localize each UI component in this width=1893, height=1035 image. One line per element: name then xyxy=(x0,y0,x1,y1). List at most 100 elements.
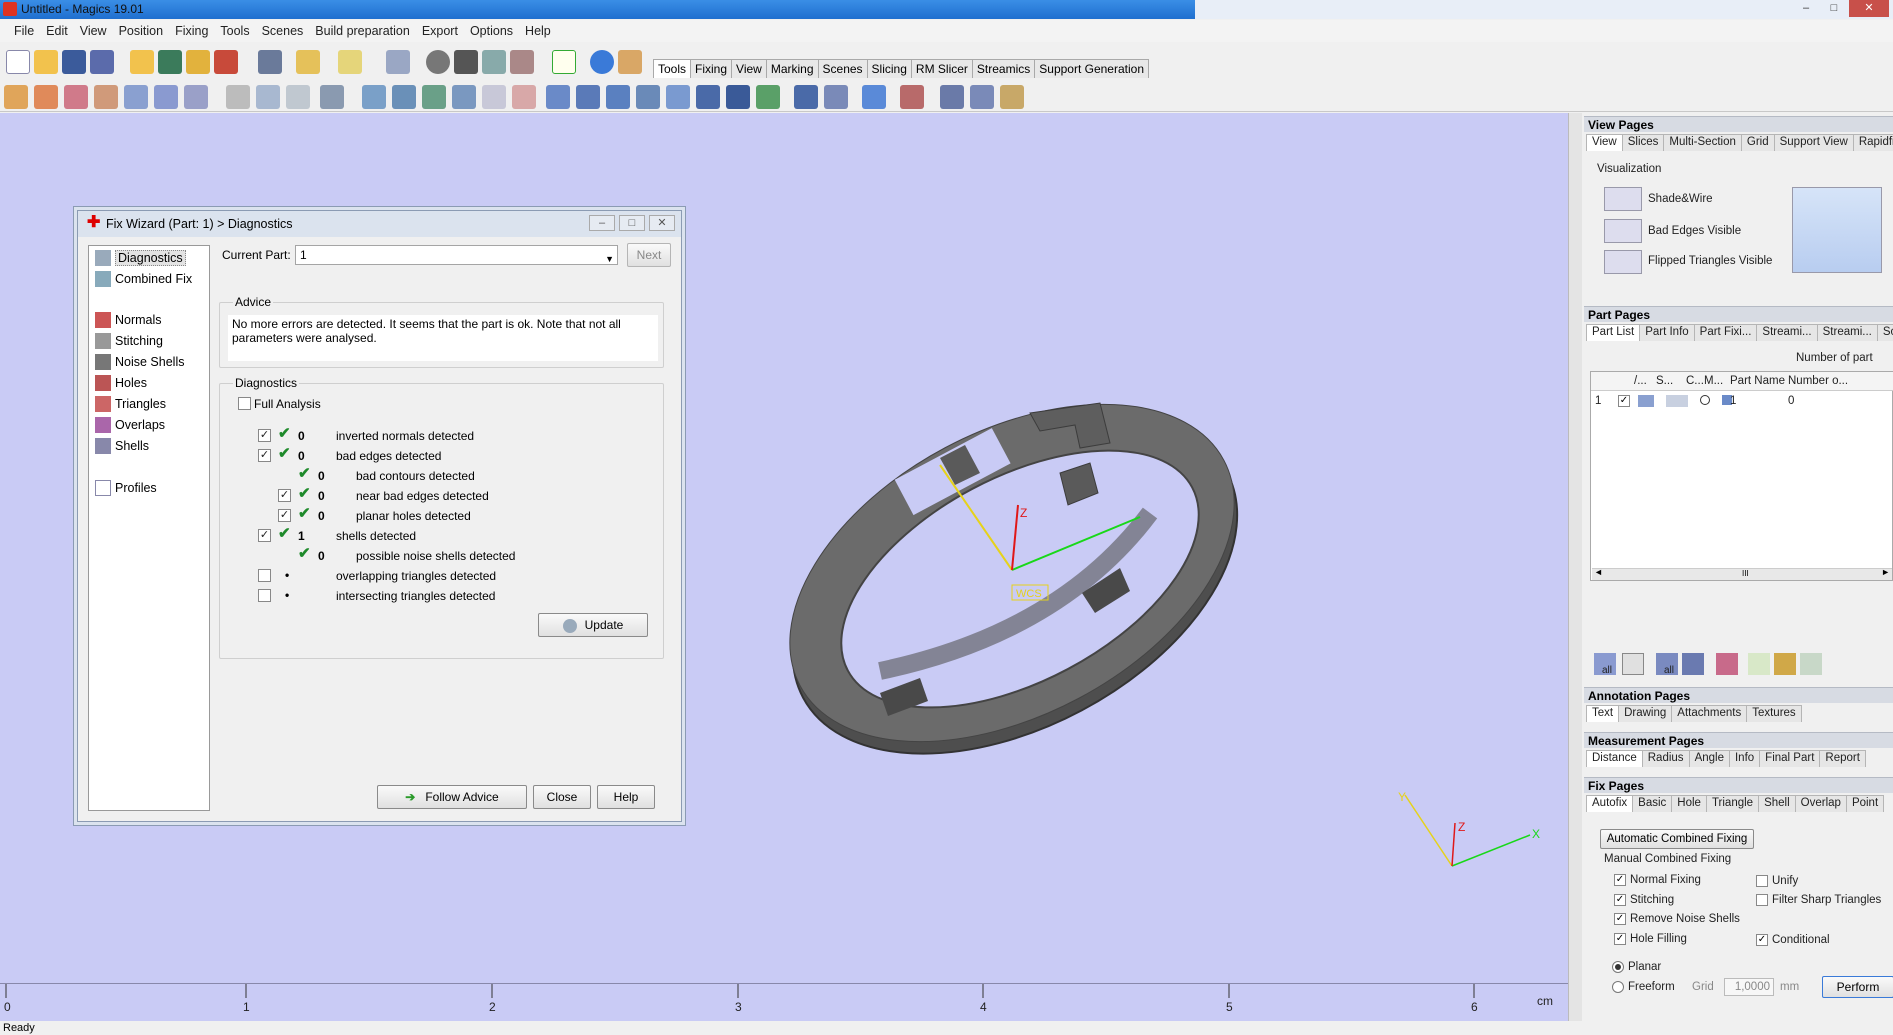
flipped-triangles-icon[interactable] xyxy=(1604,250,1642,274)
move-icon[interactable] xyxy=(34,85,58,109)
grid-input[interactable]: 1,0000 xyxy=(1724,978,1774,996)
tab-hole[interactable]: Hole xyxy=(1671,795,1707,812)
rotate-3d-icon[interactable] xyxy=(94,85,118,109)
open-folder-icon[interactable] xyxy=(34,50,58,74)
follow-advice-button[interactable]: ➔ Follow Advice xyxy=(377,785,527,809)
measure-icon[interactable] xyxy=(756,85,780,109)
tab-attachments[interactable]: Attachments xyxy=(1671,705,1748,722)
col-part-name[interactable]: Part Name xyxy=(1730,375,1785,387)
near-bad-edges-checkbox[interactable]: ✓ xyxy=(278,489,291,502)
tab-final-part[interactable]: Final Part xyxy=(1759,750,1821,767)
menu-fixing[interactable]: Fixing xyxy=(169,24,214,38)
save-part-icon[interactable] xyxy=(158,50,182,74)
planar-holes-checkbox[interactable]: ✓ xyxy=(278,509,291,522)
support-icon-1[interactable] xyxy=(940,85,964,109)
col-color[interactable]: C... xyxy=(1686,375,1704,387)
tab-grid[interactable]: Grid xyxy=(1740,134,1775,151)
tab-rapidfit[interactable]: Rapidfit V xyxy=(1852,134,1893,151)
part-icon-2[interactable] xyxy=(392,85,416,109)
scroll-right-icon[interactable]: ► xyxy=(1881,567,1890,577)
copy-icon[interactable] xyxy=(256,85,280,109)
automatic-combined-fixing-button[interactable]: Automatic Combined Fixing xyxy=(1600,829,1754,849)
tab-part-list[interactable]: Part List xyxy=(1586,324,1641,341)
part-pages-header[interactable]: Part Pages xyxy=(1584,306,1893,322)
colors-icon[interactable] xyxy=(1716,653,1738,675)
view-icon-3[interactable] xyxy=(606,85,630,109)
tab-shell[interactable]: Shell xyxy=(1758,795,1796,812)
fix-icon-1[interactable] xyxy=(794,85,818,109)
panel-splitter[interactable] xyxy=(1568,113,1582,1021)
menu-export[interactable]: Export xyxy=(416,24,464,38)
inverted-normals-checkbox[interactable]: ✓ xyxy=(258,429,271,442)
nav-stitching[interactable]: Stitching xyxy=(95,333,163,349)
help-icon[interactable] xyxy=(590,50,614,74)
fix-pages-header[interactable]: Fix Pages xyxy=(1584,777,1893,793)
normal-fixing-checkbox[interactable]: ✓ xyxy=(1614,874,1626,886)
view-pages-header[interactable]: View Pages xyxy=(1584,116,1893,132)
tab-support-view[interactable]: Support View xyxy=(1773,134,1854,151)
tab-slicing[interactable]: Slicing xyxy=(866,59,912,78)
duplicate-icon[interactable] xyxy=(184,85,208,109)
tab-overlap[interactable]: Overlap xyxy=(1794,795,1847,812)
nav-diagnostics[interactable]: Diagnostics xyxy=(95,250,186,266)
planar-radio[interactable] xyxy=(1612,961,1624,973)
horizontal-scrollbar[interactable]: ◄ III ► xyxy=(1592,567,1892,580)
view-icon-1[interactable] xyxy=(546,85,570,109)
nav-combined-fix[interactable]: Combined Fix xyxy=(95,271,192,287)
fix-icon-3[interactable] xyxy=(862,85,886,109)
current-part-select[interactable]: 1 ▼ xyxy=(295,245,618,265)
bad-edges-icon[interactable] xyxy=(1604,219,1642,243)
nav-shells[interactable]: Shells xyxy=(95,438,149,454)
unify-checkbox[interactable] xyxy=(1756,875,1768,887)
tab-support-generation[interactable]: Support Generation xyxy=(1034,59,1150,78)
support-icon-3[interactable] xyxy=(1000,85,1024,109)
tab-streamics-2[interactable]: Streami... xyxy=(1816,324,1878,341)
intersecting-checkbox[interactable] xyxy=(258,589,271,602)
view-icon-2[interactable] xyxy=(576,85,600,109)
new-file-icon[interactable] xyxy=(6,50,30,74)
scale-icon[interactable] xyxy=(124,85,148,109)
translate-icon[interactable] xyxy=(4,85,28,109)
tab-report[interactable]: Report xyxy=(1819,750,1866,767)
tab-triangle[interactable]: Triangle xyxy=(1705,795,1760,812)
view-icon-4[interactable] xyxy=(636,85,660,109)
tab-scenes[interactable]: Scen xyxy=(1876,324,1893,341)
part-icon-6[interactable] xyxy=(512,85,536,109)
view-icon-6[interactable] xyxy=(696,85,720,109)
cut-icon[interactable] xyxy=(226,85,250,109)
tab-scenes[interactable]: Scenes xyxy=(817,59,868,78)
support-icon-2[interactable] xyxy=(970,85,994,109)
perform-button[interactable]: Perform xyxy=(1822,976,1893,998)
tab-marking[interactable]: Marking xyxy=(765,59,819,78)
nav-noise-shells[interactable]: Noise Shells xyxy=(95,354,184,370)
unload-part-icon[interactable] xyxy=(214,50,238,74)
select-icon[interactable] xyxy=(386,50,410,74)
remove-noise-shells-checkbox[interactable]: ✓ xyxy=(1614,913,1626,925)
tab-angle[interactable]: Angle xyxy=(1688,750,1730,767)
undo-icon[interactable] xyxy=(296,50,320,74)
overlapping-checkbox[interactable] xyxy=(258,569,271,582)
tab-fixing[interactable]: Fixing xyxy=(690,59,733,78)
nav-overlaps[interactable]: Overlaps xyxy=(95,417,165,433)
tab-drawing[interactable]: Drawing xyxy=(1618,705,1673,722)
scroll-left-icon[interactable]: ◄ xyxy=(1594,567,1603,577)
menu-view[interactable]: View xyxy=(74,24,113,38)
view-cube-icon[interactable] xyxy=(1792,187,1882,273)
conditional-checkbox[interactable]: ✓ xyxy=(1756,934,1768,946)
hole-filling-checkbox[interactable]: ✓ xyxy=(1614,933,1626,945)
part-view-icon[interactable] xyxy=(1682,653,1704,675)
tab-streamics[interactable]: Streamics xyxy=(971,59,1036,78)
shells-checkbox[interactable]: ✓ xyxy=(258,529,271,542)
close-button[interactable]: Close xyxy=(533,785,591,809)
menu-tools[interactable]: Tools xyxy=(214,24,255,38)
update-button[interactable]: Update xyxy=(538,613,648,637)
tab-rm-slicer[interactable]: RM Slicer xyxy=(910,59,973,78)
view-icon-5[interactable] xyxy=(666,85,690,109)
tab-basic[interactable]: Basic xyxy=(1632,795,1673,812)
tab-view-page[interactable]: View xyxy=(1586,134,1623,151)
tab-text[interactable]: Text xyxy=(1586,705,1620,722)
stitching-checkbox[interactable]: ✓ xyxy=(1614,894,1626,906)
toggle-checkbox-icon[interactable] xyxy=(1622,653,1644,675)
annotation-pages-header[interactable]: Annotation Pages xyxy=(1584,687,1893,703)
menu-edit[interactable]: Edit xyxy=(40,24,74,38)
